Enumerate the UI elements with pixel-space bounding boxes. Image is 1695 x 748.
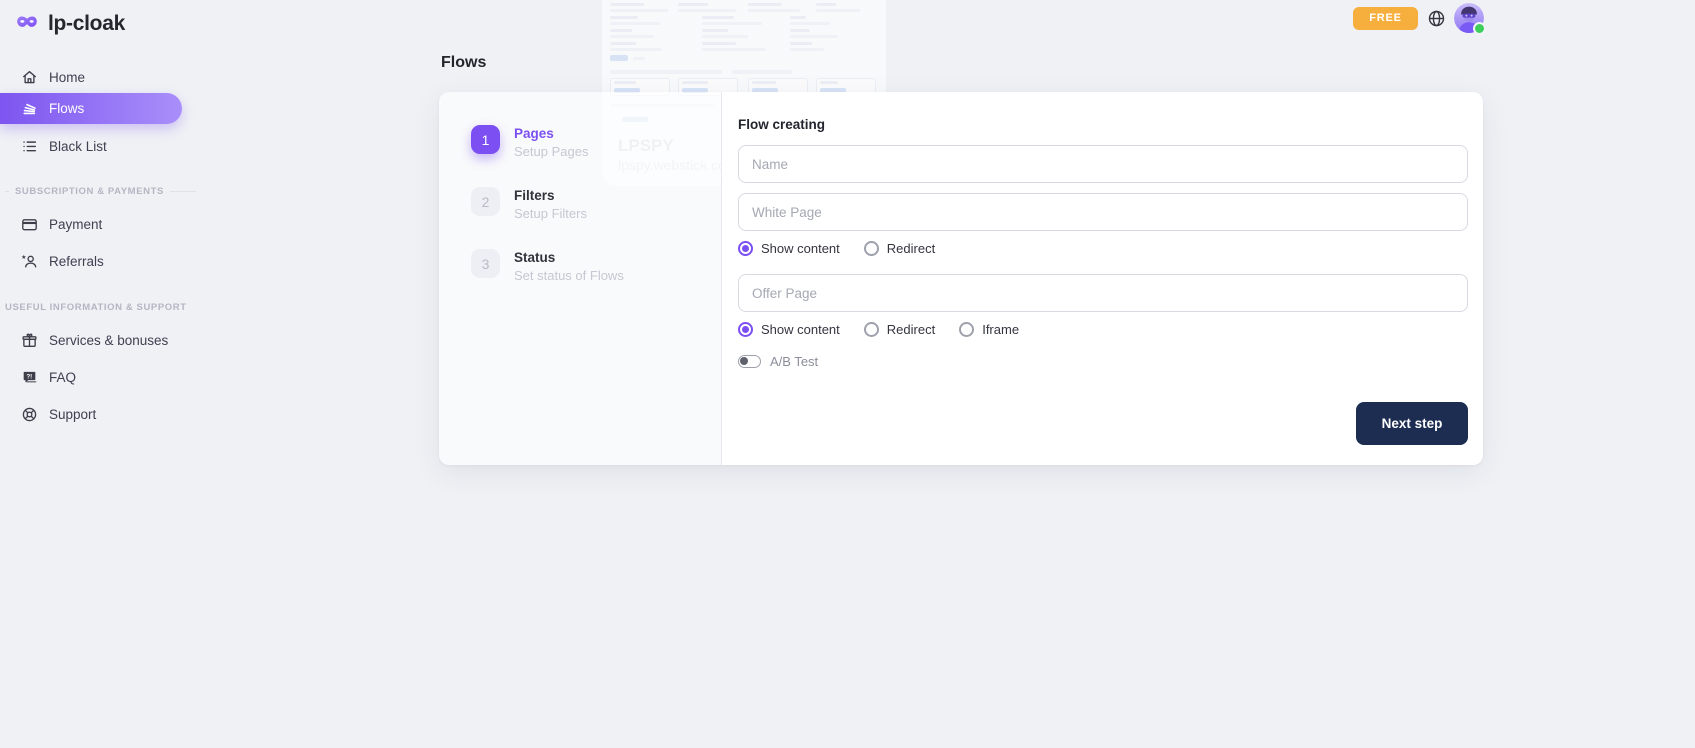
- step-number-badge: 3: [471, 249, 500, 278]
- home-icon: [21, 69, 38, 86]
- brand-name: lp-cloak: [48, 12, 125, 36]
- radio-unselected-icon: [959, 322, 974, 337]
- faq-bubble-icon: ?!: [21, 369, 38, 386]
- sidebar-nav: Home Flows Black List SUBSCRIPTION & PAY…: [0, 63, 182, 428]
- white-page-mode-group: Show content Redirect: [738, 240, 1468, 256]
- radio-unselected-icon: [864, 322, 879, 337]
- online-status-dot: [1473, 22, 1486, 35]
- white-page-input[interactable]: [738, 193, 1468, 231]
- flow-name-input[interactable]: [738, 145, 1468, 183]
- next-step-button[interactable]: Next step: [1356, 402, 1468, 445]
- offer-page-show-content-option[interactable]: Show content: [738, 322, 840, 337]
- ab-test-label: A/B Test: [770, 354, 818, 369]
- white-page-show-content-option[interactable]: Show content: [738, 241, 840, 256]
- page-title: Flows: [441, 54, 486, 72]
- sidebar-item-label: Referrals: [49, 254, 104, 269]
- plan-badge[interactable]: FREE: [1353, 7, 1418, 30]
- step-number-badge: 2: [471, 187, 500, 216]
- flow-creating-form: Flow creating Show content Redirect Show…: [722, 92, 1483, 465]
- step-title: Status: [514, 249, 624, 265]
- sidebar-item-label: Black List: [49, 139, 107, 154]
- sidebar-item-label: Services & bonuses: [49, 333, 168, 348]
- gift-icon: [21, 332, 38, 349]
- brand-logo[interactable]: lp-cloak: [0, 0, 182, 39]
- flow-creating-modal: 1 Pages Setup Pages 2 Filters Setup Filt…: [439, 92, 1483, 465]
- wizard-step-filters[interactable]: 2 Filters Setup Filters: [471, 187, 587, 221]
- ab-test-row: A/B Test: [738, 354, 1468, 369]
- radio-label: Show content: [761, 241, 840, 256]
- step-subtitle: Setup Pages: [514, 144, 588, 159]
- wizard-steps-panel: 1 Pages Setup Pages 2 Filters Setup Filt…: [439, 92, 722, 465]
- step-subtitle: Set status of Flows: [514, 268, 624, 283]
- radio-unselected-icon: [864, 241, 879, 256]
- sidebar-item-payment[interactable]: Payment: [0, 210, 182, 238]
- sidebar-item-label: Support: [49, 407, 96, 422]
- offer-page-iframe-option[interactable]: Iframe: [959, 322, 1019, 337]
- offer-page-redirect-option[interactable]: Redirect: [864, 322, 935, 337]
- lifebuoy-icon: [21, 406, 38, 423]
- sidebar-item-services-bonuses[interactable]: Services & bonuses: [0, 326, 182, 354]
- referral-user-icon: ★: [21, 253, 38, 270]
- step-subtitle: Setup Filters: [514, 206, 587, 221]
- radio-label: Redirect: [887, 241, 935, 256]
- offer-page-input[interactable]: [738, 274, 1468, 312]
- sidebar-section-support: USEFUL INFORMATION & SUPPORT: [5, 302, 182, 313]
- mask-logo-icon: [14, 12, 40, 36]
- svg-text:?!: ?!: [26, 373, 32, 380]
- wizard-step-pages[interactable]: 1 Pages Setup Pages: [471, 125, 588, 159]
- form-title: Flow creating: [738, 116, 1468, 133]
- offer-page-mode-group: Show content Redirect Iframe: [738, 321, 1468, 337]
- sidebar-item-label: FAQ: [49, 370, 76, 385]
- language-globe-icon[interactable]: [1426, 8, 1446, 28]
- user-avatar[interactable]: [1454, 3, 1484, 33]
- step-title: Filters: [514, 187, 587, 203]
- sidebar-item-label: Payment: [49, 217, 102, 232]
- radio-label: Redirect: [887, 322, 935, 337]
- sidebar-item-label: Home: [49, 70, 85, 85]
- sidebar-item-flows[interactable]: Flows: [0, 93, 182, 124]
- white-page-redirect-option[interactable]: Redirect: [864, 241, 935, 256]
- sidebar-item-label: Flows: [49, 101, 84, 116]
- sidebar-section-subscription: SUBSCRIPTION & PAYMENTS: [5, 186, 182, 197]
- list-icon: [21, 138, 38, 155]
- wizard-step-status[interactable]: 3 Status Set status of Flows: [471, 249, 624, 283]
- radio-selected-icon: [738, 322, 753, 337]
- radio-label: Iframe: [982, 322, 1019, 337]
- radio-label: Show content: [761, 322, 840, 337]
- step-title: Pages: [514, 125, 588, 141]
- credit-card-icon: [21, 216, 38, 233]
- sidebar-item-referrals[interactable]: ★ Referrals: [0, 247, 182, 275]
- step-number-badge: 1: [471, 125, 500, 154]
- svg-text:★: ★: [21, 253, 26, 260]
- topbar-actions: FREE: [1353, 3, 1484, 33]
- sidebar-item-black-list[interactable]: Black List: [0, 132, 182, 160]
- radio-selected-icon: [738, 241, 753, 256]
- toggle-knob: [740, 357, 748, 365]
- flows-stack-icon: [21, 100, 38, 117]
- sidebar-item-support[interactable]: Support: [0, 400, 182, 428]
- sidebar-item-faq[interactable]: ?! FAQ: [0, 363, 182, 391]
- sidebar: lp-cloak Home Flows: [0, 0, 182, 748]
- sidebar-item-home[interactable]: Home: [0, 63, 182, 91]
- ab-test-toggle[interactable]: [738, 355, 761, 368]
